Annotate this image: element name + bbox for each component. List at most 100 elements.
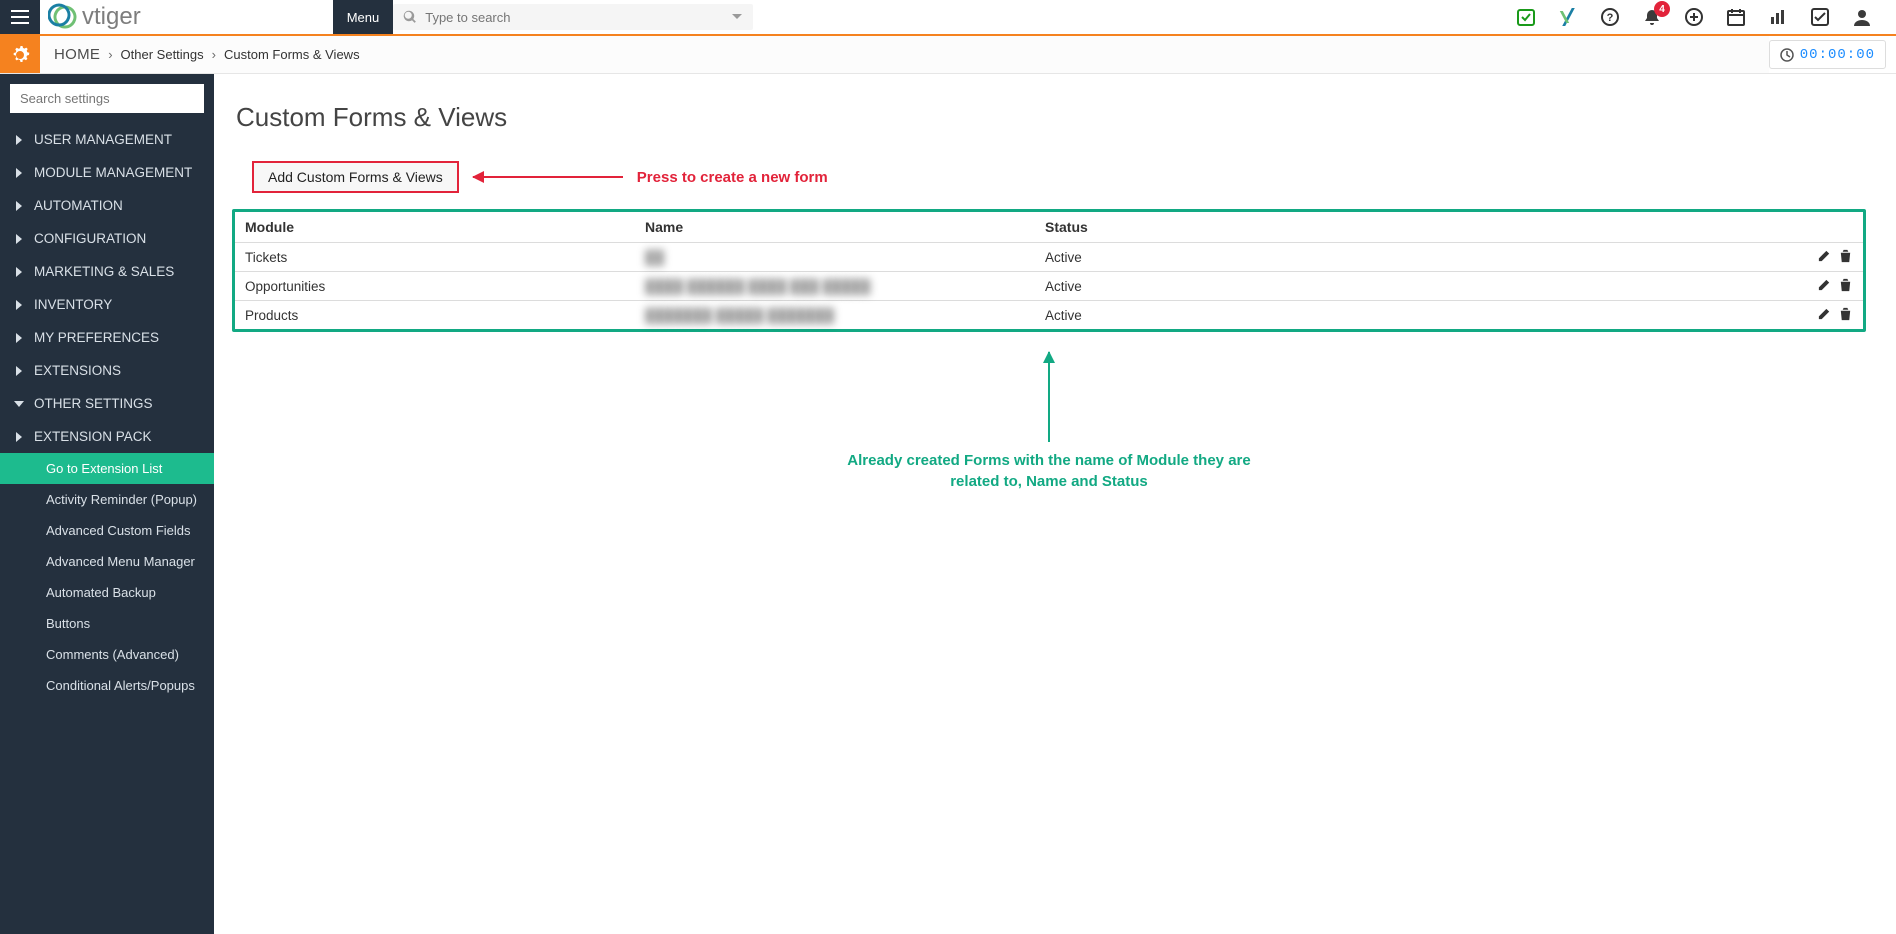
sidebar-item-label: MY PREFERENCES <box>34 330 159 345</box>
annotation-table-text-l1: Already created Forms with the name of M… <box>847 452 1250 469</box>
add-button[interactable] <box>1684 7 1704 27</box>
breadcrumb-home[interactable]: HOME <box>54 46 100 63</box>
delete-icon[interactable] <box>1838 306 1853 321</box>
cell-actions <box>1783 272 1863 301</box>
sidebar-sub-extension-list[interactable]: Go to Extension List <box>0 453 214 484</box>
cell-status: Active <box>1035 301 1783 330</box>
annotation-add-text: Press to create a new form <box>637 169 828 186</box>
sidebar-item-label: MODULE MANAGEMENT <box>34 165 192 180</box>
help-button[interactable]: ? <box>1600 7 1620 27</box>
xing-button[interactable] <box>1558 7 1578 27</box>
breadcrumb-level2[interactable]: Custom Forms & Views <box>224 47 360 62</box>
gear-icon <box>10 45 30 65</box>
table-row[interactable]: Products███████ █████ ███████Active <box>235 301 1863 330</box>
cell-actions <box>1783 243 1863 272</box>
col-status: Status <box>1035 212 1783 243</box>
sidebar-item-label: MARKETING & SALES <box>34 264 174 279</box>
hamburger-menu-button[interactable] <box>0 0 40 34</box>
edit-icon[interactable] <box>1817 277 1832 292</box>
global-search[interactable] <box>393 4 753 30</box>
reports-button[interactable] <box>1768 7 1788 27</box>
delete-icon[interactable] <box>1838 277 1853 292</box>
col-actions <box>1783 212 1863 243</box>
settings-gear-button[interactable] <box>0 36 40 73</box>
add-custom-form-button[interactable]: Add Custom Forms & Views <box>252 161 459 193</box>
col-name: Name <box>635 212 1035 243</box>
calendar-icon <box>1727 8 1745 26</box>
annotation-arrow-down-icon <box>1048 352 1050 442</box>
breadcrumb-sep: › <box>212 47 216 62</box>
bar-chart-icon <box>1769 8 1787 26</box>
tasks-button[interactable] <box>1810 7 1830 27</box>
breadcrumb-level1[interactable]: Other Settings <box>121 47 204 62</box>
page-title: Custom Forms & Views <box>236 102 1866 133</box>
sidebar-sub-activity-reminder[interactable]: Activity Reminder (Popup) <box>0 484 214 515</box>
sidebar-item-label: INVENTORY <box>34 297 112 312</box>
svg-text:?: ? <box>1607 12 1614 24</box>
forms-table: Module Name Status Tickets██ActiveOpport… <box>235 212 1863 329</box>
sidebar-item-label: EXTENSIONS <box>34 363 121 378</box>
sidebar-sub-comments-advanced[interactable]: Comments (Advanced) <box>0 639 214 670</box>
sidebar-search-input[interactable] <box>10 84 204 113</box>
chevron-down-icon[interactable] <box>731 11 743 23</box>
topbar: vtiger Menu ? 4 <box>0 0 1896 36</box>
timer-widget[interactable]: 00:00:00 <box>1769 40 1886 69</box>
breadcrumb-bar: HOME › Other Settings › Custom Forms & V… <box>0 36 1896 74</box>
edit-icon[interactable] <box>1817 306 1832 321</box>
sidebar-item-label: AUTOMATION <box>34 198 123 213</box>
vtiger-logo-text: vtiger <box>82 3 141 31</box>
calendar-button[interactable] <box>1726 7 1746 27</box>
notifications-badge: 4 <box>1654 1 1670 17</box>
table-row[interactable]: Opportunities████ ██████ ████ ███ █████A… <box>235 272 1863 301</box>
calendar-check-icon <box>1517 8 1535 26</box>
sidebar-item-user-management[interactable]: USER MANAGEMENT <box>0 123 214 156</box>
cell-module: Tickets <box>235 243 635 272</box>
sidebar-item-label: USER MANAGEMENT <box>34 132 172 147</box>
sidebar-item-extensions[interactable]: EXTENSIONS <box>0 354 214 387</box>
breadcrumb-sep: › <box>108 47 112 62</box>
cell-module: Opportunities <box>235 272 635 301</box>
search-input[interactable] <box>423 9 731 26</box>
user-menu-button[interactable] <box>1852 7 1872 27</box>
sidebar-item-other-settings[interactable]: OTHER SETTINGS <box>0 387 214 420</box>
delete-icon[interactable] <box>1838 248 1853 263</box>
timer-value: 00:00:00 <box>1800 47 1875 63</box>
xing-icon <box>1559 8 1577 26</box>
settings-sidebar: USER MANAGEMENT MODULE MANAGEMENT AUTOMA… <box>0 74 214 934</box>
calendar-check-button[interactable] <box>1516 7 1536 27</box>
vtiger-logo[interactable]: vtiger <box>40 0 153 34</box>
plus-circle-icon <box>1685 8 1703 26</box>
sidebar-item-label: CONFIGURATION <box>34 231 146 246</box>
breadcrumb: HOME › Other Settings › Custom Forms & V… <box>40 36 1769 73</box>
vtiger-logo-icon <box>48 3 82 31</box>
sidebar-item-marketing-sales[interactable]: MARKETING & SALES <box>0 255 214 288</box>
sidebar-item-automation[interactable]: AUTOMATION <box>0 189 214 222</box>
sidebar-item-extension-pack[interactable]: EXTENSION PACK <box>0 420 214 453</box>
top-icons: ? 4 <box>1516 0 1896 34</box>
user-icon <box>1853 8 1871 26</box>
help-icon: ? <box>1601 8 1619 26</box>
edit-icon[interactable] <box>1817 248 1832 263</box>
sidebar-sub-conditional-alerts[interactable]: Conditional Alerts/Popups <box>0 670 214 701</box>
notifications-button[interactable]: 4 <box>1642 7 1662 27</box>
annotation-arrow-icon <box>473 176 623 178</box>
sidebar-item-label: OTHER SETTINGS <box>34 396 153 411</box>
forms-table-wrap: Module Name Status Tickets██ActiveOpport… <box>232 209 1866 332</box>
cell-module: Products <box>235 301 635 330</box>
cell-status: Active <box>1035 272 1783 301</box>
table-row[interactable]: Tickets██Active <box>235 243 1863 272</box>
sidebar-sub-buttons[interactable]: Buttons <box>0 608 214 639</box>
sidebar-item-module-management[interactable]: MODULE MANAGEMENT <box>0 156 214 189</box>
sidebar-item-configuration[interactable]: CONFIGURATION <box>0 222 214 255</box>
col-module: Module <box>235 212 635 243</box>
sidebar-sub-advanced-menu-manager[interactable]: Advanced Menu Manager <box>0 546 214 577</box>
annotation-table: Already created Forms with the name of M… <box>232 352 1866 492</box>
cell-status: Active <box>1035 243 1783 272</box>
cell-actions <box>1783 301 1863 330</box>
sidebar-sub-automated-backup[interactable]: Automated Backup <box>0 577 214 608</box>
sidebar-sub-advanced-custom-fields[interactable]: Advanced Custom Fields <box>0 515 214 546</box>
menu-button[interactable]: Menu <box>333 0 394 34</box>
sidebar-item-my-preferences[interactable]: MY PREFERENCES <box>0 321 214 354</box>
sidebar-item-inventory[interactable]: INVENTORY <box>0 288 214 321</box>
hamburger-icon <box>11 10 29 24</box>
